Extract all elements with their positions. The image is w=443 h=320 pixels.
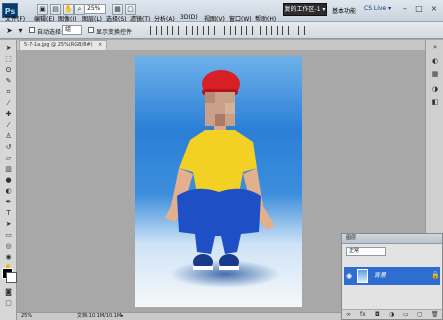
delete-layer-icon[interactable]: 🗑 <box>431 311 439 318</box>
new-group-icon[interactable]: ▭ <box>403 311 409 318</box>
photo-illustration <box>165 70 280 288</box>
layers-panel-footer: ∞ fx ◘ ◑ ▭ ▢ 🗑 <box>342 309 442 319</box>
pen-tool-icon[interactable]: ✒ <box>3 198 14 207</box>
distribute-vcenter-icon[interactable] <box>235 26 242 35</box>
distribute-bottom-icon[interactable] <box>246 26 253 35</box>
masks-panel-icon[interactable]: ◧ <box>429 97 441 108</box>
align-right-icon[interactable] <box>208 26 215 35</box>
quick-mask-icon[interactable]: ◙ <box>3 288 14 297</box>
adjustments-panel-icon[interactable]: ◑ <box>429 84 441 95</box>
layer-style-icon[interactable]: fx <box>360 311 366 318</box>
layer-name[interactable]: 背景 <box>374 272 386 280</box>
marquee-tool-icon[interactable]: ⬚ <box>3 55 14 64</box>
new-adjustment-icon[interactable]: ◑ <box>389 311 394 318</box>
auto-select-target-select[interactable]: 组 <box>62 25 82 35</box>
eyedropper-tool-icon[interactable]: ⁄ <box>3 99 14 108</box>
history-brush-tool-icon[interactable]: ↺ <box>3 143 14 152</box>
crop-tool-icon[interactable]: ⌗ <box>3 88 14 97</box>
healing-brush-tool-icon[interactable]: ✚ <box>3 110 14 119</box>
layers-panel: 图层 正常 ◉ 背景 🔒 ∞ fx ◘ ◑ ▭ ▢ 🗑 <box>341 233 443 320</box>
toolbox: ➤ ⬚ ʘ ✎ ⌗ ⁄ ✚ ⁄ ♙ ↺ ▱ ▥ ● ◐ ✒ T ➤ ▭ ◎ ◉ … <box>0 40 17 320</box>
document-tab-label: 5-7-1a.jpg @ 25%(RGB/8#) <box>24 42 93 48</box>
brush-tool-icon[interactable]: ⁄ <box>3 121 14 130</box>
screen-mode-icon[interactable]: ▢ <box>3 299 14 308</box>
status-menu-arrow-icon[interactable]: ▸ <box>121 313 124 320</box>
document-canvas-image[interactable] <box>135 56 302 307</box>
status-zoom[interactable]: 25% <box>21 313 32 320</box>
color-panel-icon[interactable]: ◐ <box>429 56 441 67</box>
align-left-icon[interactable] <box>186 26 193 35</box>
background-color-swatch[interactable] <box>6 272 17 283</box>
blue-jeans <box>177 188 261 254</box>
menu-3d[interactable]: 3D(D) <box>180 14 198 21</box>
path-selection-tool-icon[interactable]: ➤ <box>3 220 14 229</box>
type-tool-icon[interactable]: T <box>3 209 14 218</box>
cs-live-button[interactable]: CS Live ▾ <box>364 5 391 12</box>
align-top-icon[interactable] <box>150 26 157 35</box>
status-doc-info: 文档:10.1M/10.1M <box>77 313 122 319</box>
blend-mode-select[interactable]: 正常 <box>346 247 386 256</box>
collapse-dock-icon[interactable]: » <box>429 42 441 53</box>
swatches-panel-icon[interactable]: ▦ <box>429 69 441 80</box>
add-mask-icon[interactable]: ◘ <box>375 311 380 318</box>
blur-tool-icon[interactable]: ● <box>3 176 14 185</box>
show-transform-checkbox[interactable] <box>88 27 94 33</box>
new-layer-icon[interactable]: ▢ <box>417 311 423 318</box>
preset-dropdown-icon[interactable]: ▾ <box>15 25 26 36</box>
auto-align-icon[interactable] <box>298 26 305 35</box>
eye-icon[interactable]: ◉ <box>346 272 352 280</box>
align-vcenter-icon[interactable] <box>161 26 168 35</box>
dodge-tool-icon[interactable]: ◐ <box>3 187 14 196</box>
clone-stamp-tool-icon[interactable]: ♙ <box>3 132 14 141</box>
link-layers-icon[interactable]: ∞ <box>346 311 351 318</box>
layer-row-background[interactable]: ◉ 背景 🔒 <box>344 267 440 285</box>
layers-panel-titlebar[interactable]: 图层 <box>342 234 442 244</box>
lock-icon: 🔒 <box>431 271 440 279</box>
layer-thumbnail <box>357 269 368 283</box>
show-transform-label: 显示变换控件 <box>96 29 133 36</box>
options-bar: ➤ ▾ 自动选择: 组 显示变换控件 <box>0 22 443 39</box>
align-hcenter-icon[interactable] <box>197 26 204 35</box>
quick-select-tool-icon[interactable]: ✎ <box>3 77 14 86</box>
3d-camera-tool-icon[interactable]: ◉ <box>3 253 14 262</box>
distribute-right-icon[interactable] <box>282 26 289 35</box>
3d-rotate-tool-icon[interactable]: ◎ <box>3 242 14 251</box>
distribute-hcenter-icon[interactable] <box>271 26 278 35</box>
distribute-top-icon[interactable] <box>224 26 231 35</box>
auto-select-checkbox[interactable] <box>29 27 35 33</box>
align-bottom-icon[interactable] <box>172 26 179 35</box>
lasso-tool-icon[interactable]: ʘ <box>3 66 14 75</box>
move-tool-icon[interactable]: ➤ <box>3 44 14 53</box>
distribute-left-icon[interactable] <box>260 26 267 35</box>
document-tab-close-icon[interactable]: × <box>98 42 102 48</box>
gradient-tool-icon[interactable]: ▥ <box>3 165 14 174</box>
menu-row: 文件(F) 编辑(E) 图像(I) 图层(L) 选择(S) 滤镜(T) 分析(A… <box>0 12 443 23</box>
move-tool-preset-icon[interactable]: ➤ <box>4 25 15 36</box>
layers-panel-title: 图层 <box>346 235 357 241</box>
yellow-shirt <box>179 130 257 194</box>
shape-tool-icon[interactable]: ▭ <box>3 231 14 240</box>
eraser-tool-icon[interactable]: ▱ <box>3 154 14 163</box>
auto-select-label: 自动选择: <box>37 29 64 36</box>
